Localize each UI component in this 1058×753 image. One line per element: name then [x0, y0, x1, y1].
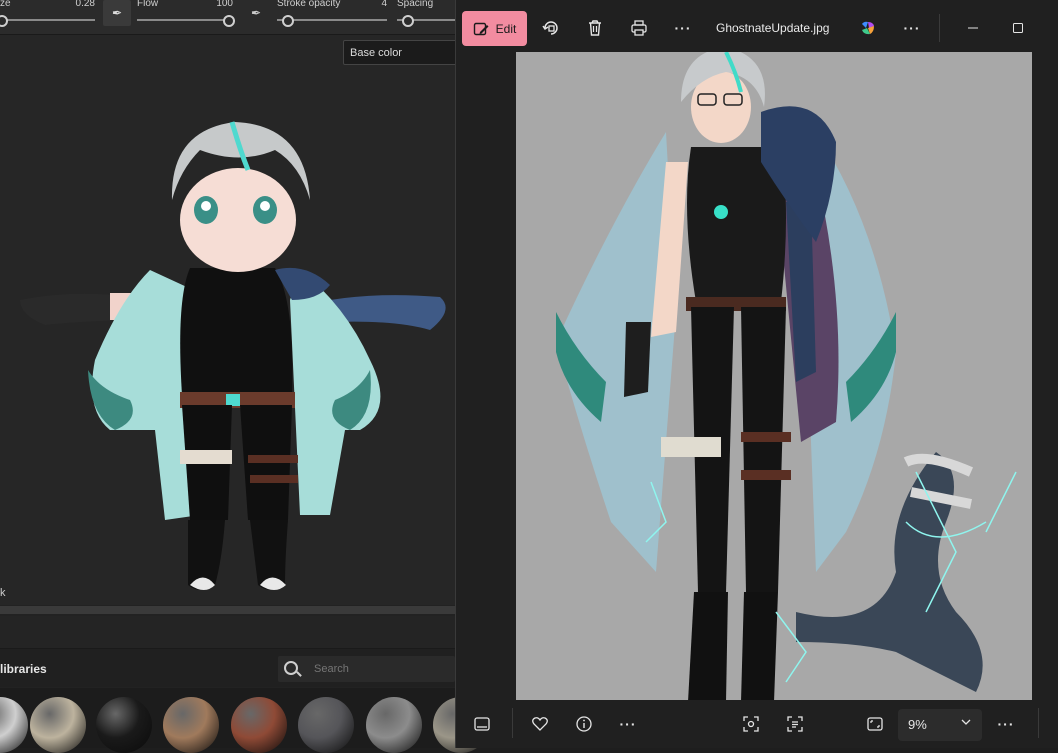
more-options-button-2[interactable]: ···: [895, 11, 929, 45]
viewport-corner-label: k: [0, 587, 6, 599]
chevron-down-icon: [961, 719, 971, 725]
brush-icon[interactable]: ✒: [251, 6, 261, 20]
more-options-button[interactable]: ···: [666, 11, 700, 45]
zoom-value: 9%: [908, 717, 927, 732]
library-search-input[interactable]: [312, 662, 446, 676]
flow-slider-track[interactable]: [137, 19, 233, 21]
size-slider-handle[interactable]: [0, 15, 8, 27]
channel-dropdown[interactable]: Base color: [343, 40, 463, 65]
material-concrete[interactable]: [366, 697, 422, 753]
library-search[interactable]: [278, 656, 455, 682]
stroke-opacity-param[interactable]: Stroke opacity 4: [277, 0, 387, 34]
copilot-button[interactable]: [851, 11, 885, 45]
minimize-button[interactable]: [956, 11, 990, 45]
size-param[interactable]: ze 0.28: [0, 0, 95, 34]
chibi-character-model: [20, 121, 446, 590]
scan-text-button[interactable]: [778, 707, 812, 741]
fit-to-window-button[interactable]: [858, 707, 892, 741]
zoom-dropdown[interactable]: 9%: [898, 709, 982, 741]
brush-icon: ✒: [111, 6, 123, 20]
delete-button[interactable]: [578, 11, 612, 45]
bottom-separator-2: [1038, 708, 1039, 738]
spacing-slider-handle[interactable]: [402, 15, 414, 27]
size-slider-track[interactable]: [0, 19, 95, 21]
material-carbon[interactable]: [96, 697, 152, 753]
library-title: libraries: [0, 662, 47, 676]
viewport-scrollbar[interactable]: [0, 606, 455, 614]
search-icon: [284, 661, 298, 675]
bottom-separator: [512, 708, 513, 738]
toolbar-separator: [939, 14, 940, 42]
flow-param[interactable]: Flow 100: [137, 0, 235, 34]
material-dark-grey[interactable]: [298, 697, 354, 753]
bottom-more-button-2[interactable]: ···: [989, 707, 1023, 741]
size-pen-pressure-button[interactable]: ✒: [103, 0, 131, 26]
visual-search-icon: [743, 716, 759, 732]
photos-toolbar: Edit ··· GhostnateUpdate.jpg ···: [456, 0, 1058, 56]
stroke-opacity-value: 4: [381, 0, 387, 9]
panel-tabstrip: [0, 616, 455, 649]
more-icon: ···: [674, 20, 692, 36]
visual-search-button[interactable]: [734, 707, 768, 741]
flow-label: Flow: [137, 0, 159, 9]
material-leather-tan[interactable]: [163, 697, 219, 753]
edit-button[interactable]: Edit: [462, 11, 527, 46]
flow-value: 100: [216, 0, 233, 9]
more-icon: ···: [997, 716, 1015, 732]
edit-label: Edit: [495, 21, 517, 36]
filmstrip-icon: [474, 717, 490, 731]
material-leather-red[interactable]: [231, 697, 287, 753]
file-info-button[interactable]: [567, 707, 601, 741]
material-beige[interactable]: [30, 697, 86, 753]
stroke-opacity-slider-handle[interactable]: [282, 15, 294, 27]
maximize-icon: [1013, 23, 1023, 33]
favorite-button[interactable]: [523, 707, 557, 741]
character-illustration[interactable]: [516, 47, 1032, 702]
minimize-icon: [968, 27, 978, 29]
fit-window-icon: [867, 717, 883, 731]
info-icon: [576, 716, 592, 732]
more-icon: ···: [619, 716, 637, 732]
photos-window: Edit ··· GhostnateUpdate.jpg ··· ··· ···…: [455, 0, 1058, 748]
size-label: ze: [0, 0, 11, 9]
bottom-more-button[interactable]: ···: [611, 707, 645, 741]
print-button[interactable]: [622, 11, 656, 45]
copilot-icon: [862, 21, 874, 35]
more-icon: ···: [903, 20, 921, 36]
edit-image-icon: [473, 22, 489, 35]
stroke-opacity-label: Stroke opacity: [277, 0, 341, 9]
channel-dropdown-value: Base color: [350, 47, 402, 59]
scan-text-icon: [787, 716, 803, 732]
filmstrip-button[interactable]: [465, 707, 499, 741]
trash-icon: [589, 20, 601, 36]
rotate-icon: [542, 21, 558, 35]
rotate-button[interactable]: [534, 11, 568, 45]
spacing-label: Spacing: [397, 0, 434, 9]
flow-slider-handle[interactable]: [223, 15, 235, 27]
file-name: GhostnateUpdate.jpg: [716, 21, 830, 35]
3d-viewport[interactable]: [0, 35, 455, 605]
size-value: 0.28: [75, 0, 95, 9]
maximize-button[interactable]: [1001, 11, 1035, 45]
printer-icon: [631, 20, 647, 36]
illustration-art: [516, 47, 1032, 702]
heart-icon: [532, 717, 548, 731]
